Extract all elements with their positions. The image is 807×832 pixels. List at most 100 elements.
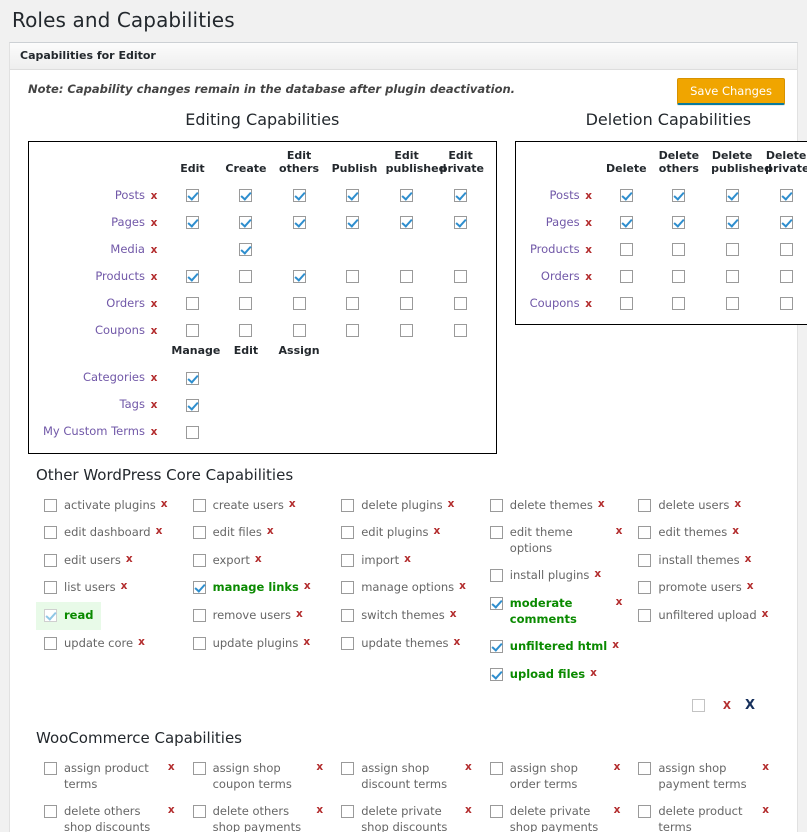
checkbox-coupons-delete[interactable] xyxy=(620,297,633,310)
remove-delete-product-terms-link[interactable]: x xyxy=(762,804,769,816)
remove-remove-users-link[interactable]: x xyxy=(296,608,303,620)
save-changes-button[interactable]: Save Changes xyxy=(677,78,785,105)
checkbox-products-delete-others[interactable] xyxy=(672,243,685,256)
stray-remove-link[interactable]: X xyxy=(723,700,731,712)
checkbox-posts-edit-others[interactable] xyxy=(293,189,306,202)
checkbox-pages-publish[interactable] xyxy=(346,216,359,229)
checkbox-orders-delete-published[interactable] xyxy=(726,270,739,283)
remove-edit-plugins-link[interactable]: x xyxy=(433,525,440,537)
object-type-link[interactable]: Pages xyxy=(111,215,145,229)
checkbox-coupons-create[interactable] xyxy=(239,324,252,337)
remove-moderate-comments-link[interactable]: x xyxy=(616,596,623,608)
remove-install-themes-link[interactable]: x xyxy=(745,553,752,565)
stray-checkbox[interactable] xyxy=(692,699,705,712)
remove-orders-link[interactable]: x xyxy=(151,298,158,310)
remove-edit-theme-options-link[interactable]: x xyxy=(616,525,623,537)
checkbox-assign-shop-coupon-terms[interactable] xyxy=(193,762,206,775)
taxonomy-link[interactable]: Tags xyxy=(120,397,145,411)
object-type-link[interactable]: Orders xyxy=(106,296,145,310)
checkbox-orders-edit-private[interactable] xyxy=(454,297,467,310)
checkbox-delete-product-terms[interactable] xyxy=(638,805,651,818)
checkbox-products-edit-published[interactable] xyxy=(400,270,413,283)
checkbox-posts-delete-others[interactable] xyxy=(672,189,685,202)
checkbox-posts-create[interactable] xyxy=(239,189,252,202)
checkbox-update-core[interactable] xyxy=(44,637,57,650)
checkbox-media-create[interactable] xyxy=(239,243,252,256)
remove-delete-plugins-link[interactable]: x xyxy=(448,498,455,510)
object-type-link[interactable]: Coupons xyxy=(95,323,145,337)
remove-orders-link[interactable]: x xyxy=(585,271,592,283)
checkbox-edit-dashboard[interactable] xyxy=(44,526,57,539)
remove-promote-users-link[interactable]: x xyxy=(747,580,754,592)
checkbox-delete-private-shop-payments[interactable] xyxy=(490,805,503,818)
remove-update-themes-link[interactable]: x xyxy=(454,636,461,648)
checkbox-products-edit[interactable] xyxy=(186,270,199,283)
remove-delete-private-shop-payments-link[interactable]: x xyxy=(614,804,621,816)
checkbox-coupons-delete-published[interactable] xyxy=(726,297,739,310)
object-type-link[interactable]: Pages xyxy=(546,215,580,229)
checkbox-unfiltered-upload[interactable] xyxy=(638,609,651,622)
checkbox-manage-options[interactable] xyxy=(341,581,354,594)
remove-assign-shop-payment-terms-link[interactable]: x xyxy=(762,761,769,773)
remove-pages-link[interactable]: x xyxy=(151,217,158,229)
checkbox-update-themes[interactable] xyxy=(341,637,354,650)
stray-remove-link-secondary[interactable]: X xyxy=(745,698,755,713)
remove-assign-shop-order-terms-link[interactable]: x xyxy=(614,761,621,773)
remove-upload-files-link[interactable]: x xyxy=(590,667,597,679)
object-type-link[interactable]: Coupons xyxy=(530,296,580,310)
remove-unfiltered-html-link[interactable]: x xyxy=(612,639,619,651)
checkbox-delete-private-shop-discounts[interactable] xyxy=(341,805,354,818)
checkbox-orders-edit[interactable] xyxy=(186,297,199,310)
checkbox-posts-publish[interactable] xyxy=(346,189,359,202)
remove-create-users-link[interactable]: x xyxy=(289,498,296,510)
object-type-link[interactable]: Media xyxy=(110,242,145,256)
checkbox-delete-users[interactable] xyxy=(638,499,651,512)
checkbox-edit-files[interactable] xyxy=(193,526,206,539)
remove-activate-plugins-link[interactable]: x xyxy=(161,498,168,510)
remove-categories-link[interactable]: x xyxy=(151,372,158,384)
remove-update-core-link[interactable]: x xyxy=(138,636,145,648)
remove-import-link[interactable]: x xyxy=(404,553,411,565)
remove-products-link[interactable]: x xyxy=(151,271,158,283)
checkbox-pages-edit-others[interactable] xyxy=(293,216,306,229)
remove-posts-link[interactable]: x xyxy=(151,190,158,202)
object-type-link[interactable]: Products xyxy=(95,269,145,283)
remove-products-link[interactable]: x xyxy=(585,244,592,256)
checkbox-orders-edit-published[interactable] xyxy=(400,297,413,310)
remove-coupons-link[interactable]: x xyxy=(151,325,158,337)
remove-install-plugins-link[interactable]: x xyxy=(594,568,601,580)
remove-posts-link[interactable]: x xyxy=(585,190,592,202)
checkbox-pages-delete-published[interactable] xyxy=(726,216,739,229)
checkbox-edit-theme-options[interactable] xyxy=(490,526,503,539)
checkbox-tags-manage[interactable] xyxy=(186,399,199,412)
checkbox-coupons-edit-published[interactable] xyxy=(400,324,413,337)
remove-assign-shop-discount-terms-link[interactable]: x xyxy=(465,761,472,773)
checkbox-promote-users[interactable] xyxy=(638,581,651,594)
checkbox-manage-links[interactable] xyxy=(193,581,206,594)
remove-coupons-link[interactable]: x xyxy=(585,298,592,310)
checkbox-edit-themes[interactable] xyxy=(638,526,651,539)
checkbox-posts-delete[interactable] xyxy=(620,189,633,202)
checkbox-posts-edit-private[interactable] xyxy=(454,189,467,202)
remove-my-custom-terms-link[interactable]: x xyxy=(151,426,158,438)
checkbox-products-edit-others[interactable] xyxy=(293,270,306,283)
remove-edit-users-link[interactable]: x xyxy=(126,553,133,565)
checkbox-products-edit-private[interactable] xyxy=(454,270,467,283)
remove-export-link[interactable]: x xyxy=(255,553,262,565)
checkbox-posts-edit-published[interactable] xyxy=(400,189,413,202)
checkbox-products-create[interactable] xyxy=(239,270,252,283)
checkbox-posts-delete-private[interactable] xyxy=(780,189,793,202)
checkbox-pages-delete[interactable] xyxy=(620,216,633,229)
checkbox-create-users[interactable] xyxy=(193,499,206,512)
checkbox-pages-edit[interactable] xyxy=(186,216,199,229)
taxonomy-link[interactable]: Categories xyxy=(83,370,145,384)
checkbox-assign-shop-payment-terms[interactable] xyxy=(638,762,651,775)
remove-delete-others-shop-payments-link[interactable]: x xyxy=(316,804,323,816)
checkbox-pages-delete-others[interactable] xyxy=(672,216,685,229)
checkbox-orders-delete[interactable] xyxy=(620,270,633,283)
checkbox-import[interactable] xyxy=(341,554,354,567)
checkbox-upload-files[interactable] xyxy=(490,668,503,681)
checkbox-coupons-delete-others[interactable] xyxy=(672,297,685,310)
checkbox-coupons-edit-others[interactable] xyxy=(293,324,306,337)
checkbox-unfiltered-html[interactable] xyxy=(490,640,503,653)
